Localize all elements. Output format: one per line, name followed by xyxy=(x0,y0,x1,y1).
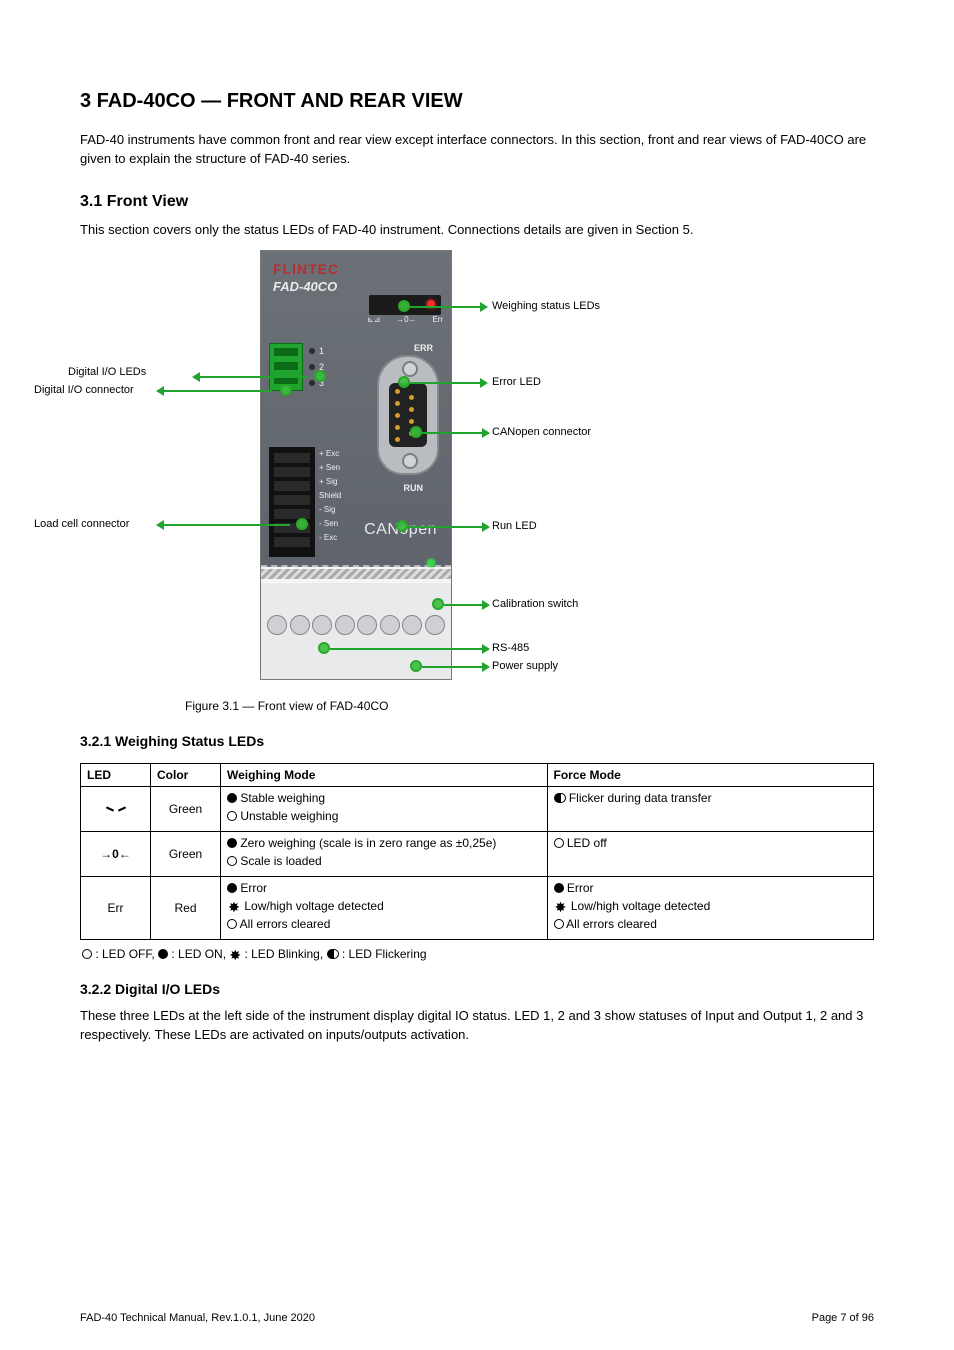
bottom-terminals xyxy=(267,615,445,643)
device-figure: FLINTEC FAD-40CO ⊾⊿ →0← Err 1 2 3 ERR xyxy=(260,250,740,680)
calibration-switch-icon xyxy=(427,559,435,567)
table-row: 0 Green Zero weighing (scale is in zero … xyxy=(81,831,874,876)
device-model: FAD-40CO xyxy=(273,279,337,294)
th-led: LED xyxy=(81,763,151,786)
callout-io-conn: Digital I/O connector xyxy=(34,384,134,396)
device-photo: FLINTEC FAD-40CO ⊾⊿ →0← Err 1 2 3 ERR xyxy=(260,250,452,680)
page-footer: FAD-40 Technical Manual, Rev.1.0.1, June… xyxy=(80,1312,874,1324)
th-color: Color xyxy=(151,763,221,786)
err-label: ERR xyxy=(414,343,433,353)
table-row: Err Red Error ✸ Low/high voltage detecte… xyxy=(81,876,874,939)
figure-caption: Figure 3.1 — Front view of FAD-40CO xyxy=(185,698,874,715)
signal-labels: + Exc + Sen + Sig Shield - Sig - Sen - E… xyxy=(319,447,341,545)
heading-221: 3.2.1 Weighing Status LEDs xyxy=(80,733,874,749)
callout-cal-switch: Calibration switch xyxy=(492,598,578,610)
load-cell-connector xyxy=(269,447,315,557)
callout-power: Power supply xyxy=(492,660,558,672)
footer-right: Page 7 of 96 xyxy=(812,1312,874,1324)
digital-io-leds: 1 2 3 xyxy=(309,343,324,391)
intro-para-2: This section covers only the status LEDs… xyxy=(80,221,874,240)
callout-canopen-conn: CANopen connector xyxy=(492,426,591,438)
intro-para-1: FAD-40 instruments have common front and… xyxy=(80,131,874,169)
device-brand: FLINTEC xyxy=(273,261,339,277)
io-led-text: These three LEDs at the left side of the… xyxy=(80,1007,874,1045)
section-title: 3 FAD-40CO — FRONT AND REAR VIEW xyxy=(80,90,874,113)
subsection-front-view: 3.1 Front View xyxy=(80,193,874,211)
callout-rs485: RS-485 xyxy=(492,642,529,654)
footer-left: FAD-40 Technical Manual, Rev.1.0.1, June… xyxy=(80,1312,315,1324)
status-led-table: LED Color Weighing Mode Force Mode Green… xyxy=(80,763,874,940)
zero-icon: 0 xyxy=(100,847,131,861)
canopen-connector xyxy=(377,355,439,475)
stable-icon xyxy=(106,805,126,813)
table-row: Green Stable weighing Unstable weighing … xyxy=(81,786,874,831)
callout-status-leds: Weighing status LEDs xyxy=(492,300,600,312)
callout-lc-conn: Load cell connector xyxy=(34,518,129,530)
table-legend: : LED OFF, : LED ON, ✸ : LED Blinking, :… xyxy=(82,946,874,963)
heading-222: 3.2.2 Digital I/O LEDs xyxy=(80,981,874,997)
th-weigh: Weighing Mode xyxy=(221,763,548,786)
callout-error-led: Error LED xyxy=(492,376,541,388)
run-label: RUN xyxy=(404,483,424,493)
callout-io-leds: Digital I/O LEDs xyxy=(68,366,146,378)
status-led-labels: ⊾⊿ →0← Err xyxy=(367,315,443,324)
th-force: Force Mode xyxy=(547,763,874,786)
callout-run-led: Run LED xyxy=(492,520,537,532)
